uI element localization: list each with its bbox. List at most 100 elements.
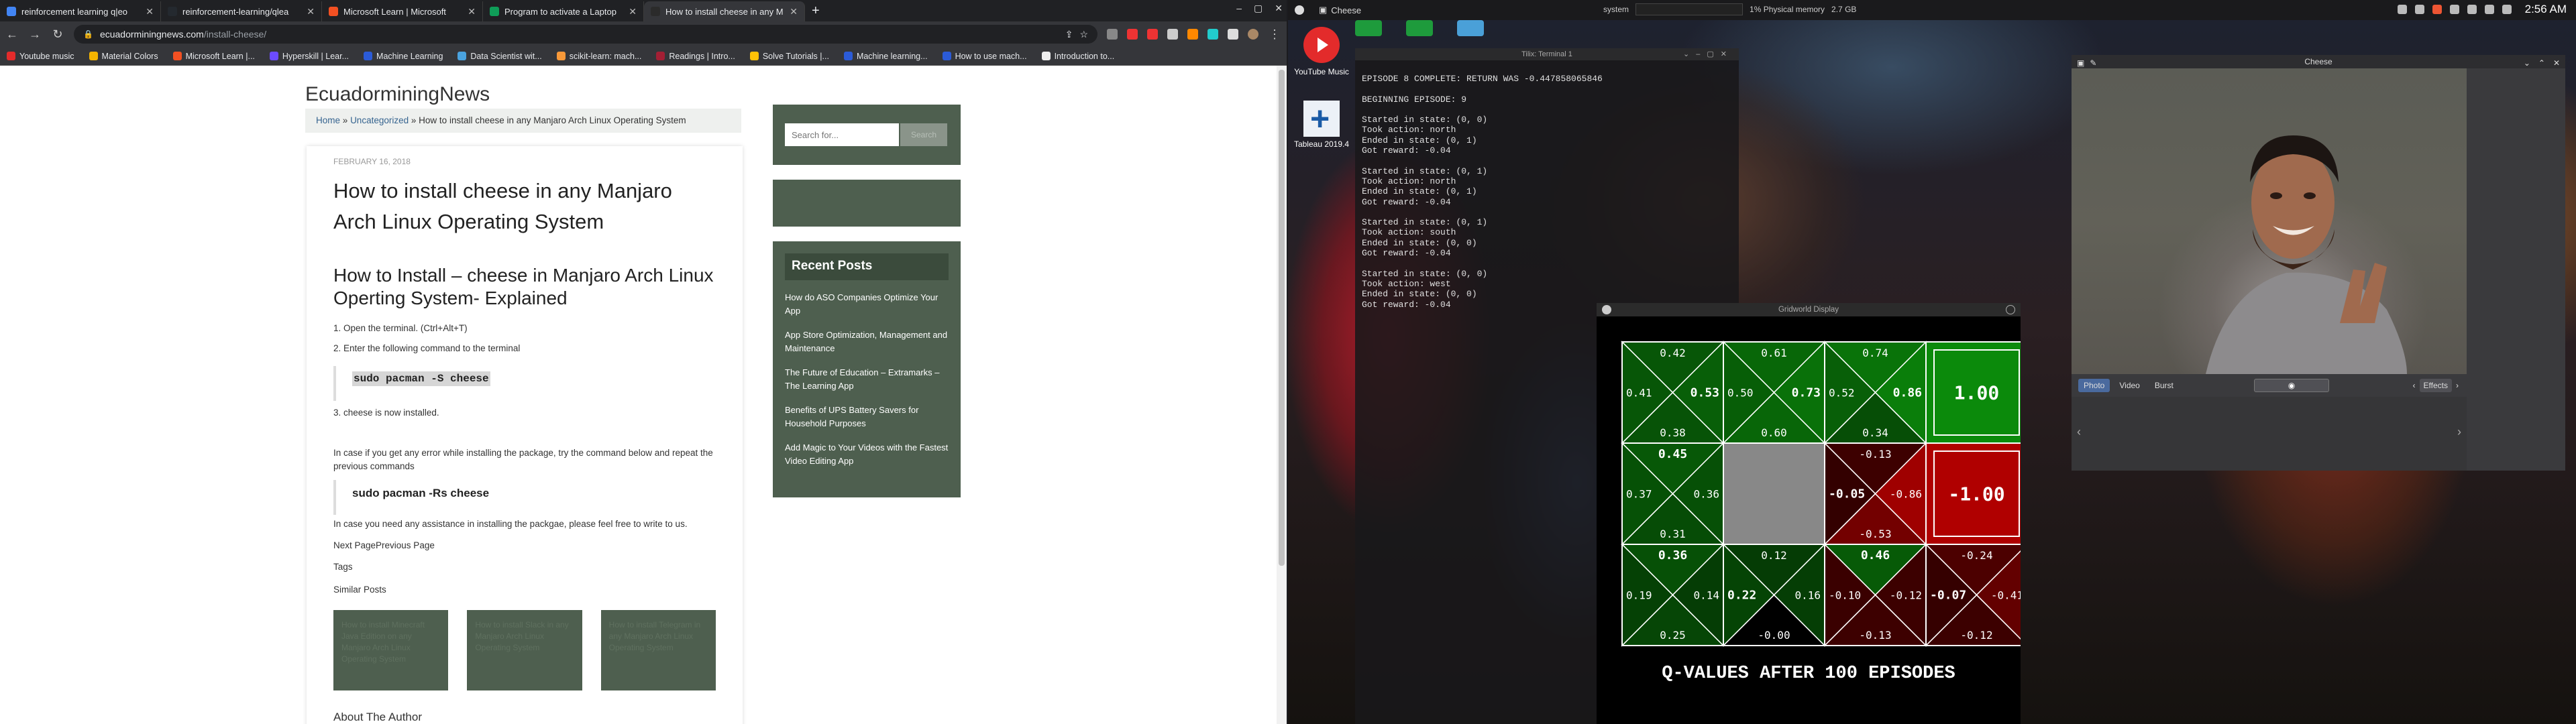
extension-icon[interactable] [1107, 29, 1118, 40]
close-icon[interactable] [1602, 305, 1611, 314]
bookmark-item[interactable]: Material Colors [89, 52, 158, 61]
burst-mode-button[interactable]: Burst [2149, 379, 2179, 392]
maximize-icon[interactable] [2006, 305, 2015, 314]
app-icon[interactable] [1406, 20, 1433, 36]
effects-button[interactable]: Effects [2419, 379, 2452, 392]
volume-icon[interactable] [2484, 5, 2494, 14]
activities-button[interactable] [1295, 5, 1304, 15]
photo-mode-button[interactable]: Photo [2078, 379, 2110, 392]
chevron-right-icon[interactable]: › [2457, 425, 2461, 439]
chevron-left-icon[interactable]: ‹ [2077, 425, 2081, 439]
tray-icon[interactable] [2449, 5, 2459, 14]
browser-tab[interactable]: How to install cheese in any M ✕ [644, 1, 805, 21]
minimize-icon[interactable]: – [1236, 3, 1242, 14]
forward-icon[interactable]: → [28, 27, 42, 42]
search-input[interactable] [785, 123, 899, 146]
terminal-output[interactable]: EPISODE 8 COMPLETE: RETURN WAS -0.447858… [1362, 74, 1603, 310]
bookmark-item[interactable]: Introduction to... [1041, 52, 1114, 61]
close-tab-icon[interactable]: ✕ [307, 6, 315, 17]
close-tab-icon[interactable]: ✕ [790, 6, 798, 17]
extension-icon[interactable] [1147, 29, 1158, 40]
bookmark-item[interactable]: Microsoft Learn |... [172, 52, 255, 61]
bookmark-item[interactable]: Machine learning... [843, 52, 928, 61]
take-photo-button[interactable]: ◉ [2254, 379, 2329, 392]
reload-icon[interactable]: ↻ [51, 27, 64, 42]
bookmark-item[interactable]: Machine Learning [364, 52, 443, 61]
extension-icon[interactable] [1228, 29, 1238, 40]
pen-icon[interactable]: ✎ [2090, 56, 2096, 70]
search-button[interactable]: Search [900, 123, 947, 146]
breadcrumb-category-link[interactable]: Uncategorized [350, 115, 409, 125]
lock-icon[interactable]: 🔒 [83, 29, 93, 39]
bookmark-item[interactable]: Readings | Intro... [656, 52, 735, 61]
recent-post-link[interactable]: Benefits of UPS Battery Savers for House… [785, 404, 949, 430]
folder-icon[interactable] [1457, 20, 1484, 36]
tray-icon[interactable] [2432, 5, 2442, 14]
close-tab-icon[interactable]: ✕ [146, 6, 154, 17]
extension-icon[interactable] [1187, 29, 1198, 40]
battery-icon[interactable] [2502, 5, 2512, 14]
extension-icon[interactable] [1167, 29, 1178, 40]
bookmark-item[interactable]: How to use mach... [942, 52, 1027, 61]
gridworld-titlebar[interactable]: Gridworld Display [1597, 303, 2021, 316]
chevron-left-icon[interactable]: ‹ [2413, 381, 2416, 390]
active-app-indicator[interactable]: ▣ Cheese [1319, 5, 1361, 15]
recent-post-link[interactable]: Add Magic to Your Videos with the Fastes… [785, 441, 949, 468]
address-bar[interactable]: 🔒 ecuadorminingnews.com/install-cheese/ … [74, 25, 1097, 44]
wifi-icon[interactable] [2467, 5, 2477, 14]
similar-post-card[interactable]: How to install Telegram in any Manjaro A… [600, 610, 716, 690]
maximize-icon[interactable]: ▢ [1254, 3, 1263, 14]
chevron-right-icon[interactable]: › [2456, 381, 2459, 390]
breadcrumb-home-link[interactable]: Home [316, 115, 340, 125]
browser-tab[interactable]: Microsoft Learn | Microsoft ✕ [322, 1, 483, 21]
profile-avatar[interactable] [1248, 29, 1258, 40]
bookmark-item[interactable]: Data Scientist wit... [458, 52, 542, 61]
scrollbar-thumb[interactable] [1279, 70, 1285, 566]
tableau-launcher[interactable]: Tableau 2019.4 [1288, 99, 1355, 149]
close-icon[interactable]: ✕ [2553, 56, 2560, 70]
video-mode-button[interactable]: Video [2114, 379, 2145, 392]
clock[interactable]: 2:56 AM [2525, 3, 2567, 16]
share-icon[interactable]: ⇪ [1065, 29, 1073, 40]
bookmark-item[interactable]: scikit-learn: mach... [556, 52, 641, 61]
install-command[interactable]: sudo pacman -S cheese [352, 371, 490, 386]
tray-icon[interactable] [2397, 5, 2407, 14]
bookmark-item[interactable]: Youtube music [7, 52, 74, 61]
next-prev-links[interactable]: Next PagePrevious Page [333, 539, 716, 552]
terminal-line: Started in state: (0, 1) [1362, 217, 1488, 228]
browser-tab[interactable]: reinforcement-learning/qlea ✕ [161, 1, 322, 21]
q-value-label: 0.86 [1893, 386, 1922, 400]
recent-post-link[interactable]: App Store Optimization, Management and M… [785, 328, 949, 355]
more-menu-icon[interactable]: ⋮ [1268, 27, 1281, 42]
recent-post-link[interactable]: The Future of Education – Extramarks – T… [785, 366, 949, 393]
similar-post-card[interactable]: How to install Minecraft Java Edition on… [333, 610, 449, 690]
extension-icon[interactable] [1127, 29, 1138, 40]
terminal-titlebar[interactable]: Tilix: Terminal 1 ⌄–▢✕ [1355, 48, 1739, 60]
browser-tab[interactable]: Program to activate a Laptop ✕ [483, 1, 644, 21]
chevron-down-icon[interactable]: ⌄ [2524, 56, 2530, 70]
close-tab-icon[interactable]: ✕ [468, 6, 476, 17]
camera-icon[interactable]: ▣ [2077, 56, 2084, 70]
close-tab-icon[interactable]: ✕ [629, 6, 637, 17]
bookmark-star-icon[interactable]: ☆ [1079, 29, 1088, 40]
tray-icon[interactable] [2414, 5, 2424, 14]
terminal-window-controls[interactable]: ⌄–▢✕ [1683, 48, 1733, 60]
similar-post-card[interactable]: How to install Slack in any Manjaro Arch… [467, 610, 582, 690]
browser-tab[interactable]: reinforcement learning q|eo ✕ [0, 1, 161, 21]
app-icon[interactable] [1355, 20, 1382, 36]
maximize-icon[interactable]: ⌃ [2538, 56, 2545, 70]
bookmark-item[interactable]: Solve Tutorials |... [749, 52, 829, 61]
extension-icon[interactable] [1208, 29, 1218, 40]
cheese-titlebar[interactable]: ▣ ✎ Cheese ⌄ ⌃ ✕ [2072, 55, 2565, 68]
q-value-label: 0.50 [1727, 387, 1754, 400]
remove-command[interactable]: sudo pacman -Rs cheese [352, 487, 489, 499]
site-name[interactable]: EcuadorminingNews [305, 83, 490, 106]
youtube-music-launcher[interactable]: YouTube Music [1288, 27, 1355, 76]
system-monitor[interactable]: system 1% Physical memory 2.7 GB [1603, 3, 1856, 15]
close-icon[interactable]: ✕ [1275, 3, 1283, 14]
page-scrollbar[interactable] [1277, 66, 1287, 724]
recent-post-link[interactable]: How do ASO Companies Optimize Your App [785, 291, 949, 318]
bookmark-item[interactable]: Hyperskill | Lear... [269, 52, 349, 61]
back-icon[interactable]: ← [5, 27, 19, 42]
new-tab-button[interactable]: + [812, 3, 820, 19]
